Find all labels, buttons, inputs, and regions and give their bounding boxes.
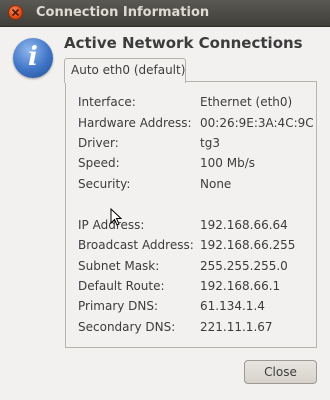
primary-dns-label: Primary DNS: [78, 299, 159, 313]
secondary-dns-label: Secondary DNS: [78, 320, 176, 334]
interface-label: Interface: [78, 95, 136, 109]
driver-label: Driver: [78, 136, 119, 150]
security-value: None [200, 177, 232, 191]
primary-dns-value: 61.134.1.4 [200, 299, 265, 313]
default-route-value: 192.168.66.1 [200, 279, 281, 293]
secondary-dns-value: 221.11.1.67 [200, 320, 273, 334]
speed-label: Speed: [78, 156, 120, 170]
subnet-mask-label: Subnet Mask: [78, 259, 160, 273]
info-icon: i [13, 38, 53, 78]
subnet-mask-value: 255.255.255.0 [200, 259, 288, 273]
hardware-address-label: Hardware Address: [78, 116, 192, 130]
interface-value: Ethernet (eth0) [200, 95, 293, 109]
speed-value: 100 Mb/s [200, 156, 255, 170]
hardware-address-value: 00:26:9E:3A:4C:9C [200, 116, 314, 130]
tab-auto-eth0[interactable]: Auto eth0 (default) [64, 58, 186, 83]
window-title: Connection Information [36, 5, 210, 20]
text-cursor-icon [110, 208, 122, 226]
window-close-button[interactable] [8, 5, 23, 20]
close-icon [11, 8, 20, 17]
driver-value: tg3 [200, 136, 220, 150]
broadcast-address-label: Broadcast Address: [78, 238, 194, 252]
title-bar: Connection Information [0, 0, 330, 27]
page-heading: Active Network Connections [64, 34, 303, 52]
broadcast-address-value: 192.168.66.255 [200, 238, 296, 252]
ip-address-value: 192.168.66.64 [200, 218, 288, 232]
close-button[interactable]: Close [244, 360, 317, 384]
security-label: Security: [78, 177, 131, 191]
default-route-label: Default Route: [78, 279, 165, 293]
